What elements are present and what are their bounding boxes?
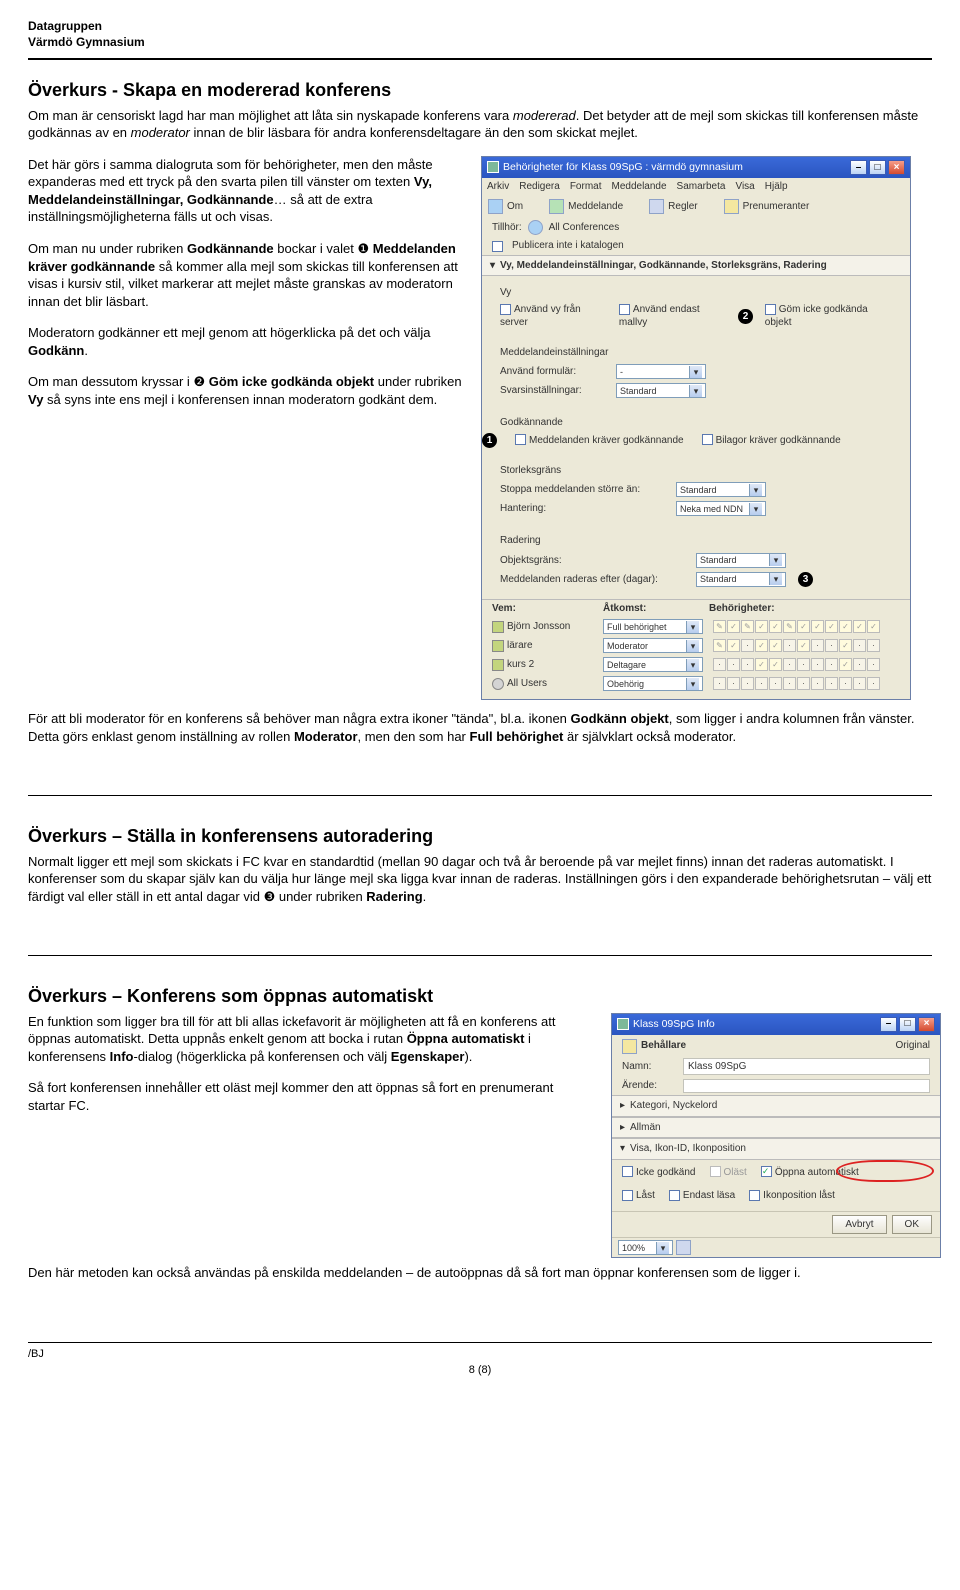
msg-approve-checkbox[interactable] [515, 434, 526, 445]
header-org-line1: Datagruppen [28, 18, 932, 34]
readonly-checkbox[interactable] [669, 1190, 680, 1201]
unread-checkbox [710, 1166, 721, 1177]
dialog2-title: Klass 09SpG Info [633, 1017, 715, 1031]
handling-dropdown[interactable]: Neka med NDN▾ [676, 501, 766, 516]
section3-title: Överkurs – Konferens som öppnas automati… [28, 984, 932, 1008]
user-icon [492, 678, 504, 690]
dialog1-menubar[interactable]: ArkivRedigeraFormatMeddelandeSamarbetaVi… [482, 178, 910, 196]
not-approved-checkbox[interactable] [622, 1166, 633, 1177]
section1-p3: Om man nu under rubriken Godkännande boc… [28, 240, 463, 310]
perm-row: lärare Moderator▾ ✎✓·✓✓·✓··✓·· [482, 636, 910, 655]
page-number: 8 (8) [28, 1363, 932, 1378]
iconpos-locked-checkbox[interactable] [749, 1190, 760, 1201]
maximize-button[interactable]: □ [899, 1017, 916, 1032]
vy-mallvy-checkbox[interactable] [619, 304, 630, 315]
name-field[interactable]: Klass 09SpG [683, 1058, 930, 1076]
perm-row: kurs 2 Deltagare▾ ···✓✓····✓·· [482, 655, 910, 674]
rad-title: Radering [500, 534, 892, 548]
rules-icon [649, 199, 664, 214]
days-dropdown[interactable]: Standard▾ [696, 572, 786, 587]
subject-field[interactable] [683, 1079, 930, 1093]
footer-signature: /BJ [28, 1347, 932, 1362]
folder-icon [622, 1039, 637, 1054]
section1-p6: För att bli moderator för en konferens s… [28, 710, 932, 745]
minimize-button[interactable]: – [850, 160, 867, 175]
form-dropdown[interactable]: -▾ [616, 364, 706, 379]
section2-title: Överkurs – Ställa in konferensens autora… [28, 824, 932, 848]
badge-3: 3 [798, 572, 813, 587]
close-button[interactable]: × [918, 1017, 935, 1032]
role-dropdown[interactable]: Deltagare▾ [603, 657, 703, 672]
dialog1-titlebar: Behörigheter för Klass 09SpG : värmdö gy… [482, 157, 910, 178]
section-divider-2 [28, 955, 932, 956]
info-icon [488, 199, 503, 214]
header-rule [28, 58, 932, 60]
footer-rule [28, 1342, 932, 1343]
tillhor-row: Tillhör: All Conferences [482, 218, 910, 237]
reply-dropdown[interactable]: Standard▾ [616, 383, 706, 398]
red-ellipse-annotation [836, 1160, 934, 1182]
publish-checkbox[interactable] [492, 241, 503, 252]
close-button[interactable]: × [888, 160, 905, 175]
dialog1-title: Behörigheter för Klass 09SpG : värmdö gy… [503, 160, 743, 174]
section1-p4: Moderatorn godkänner ett mejl genom att … [28, 324, 463, 359]
auto-open-checkbox[interactable] [761, 1166, 772, 1177]
expander[interactable]: ▾Vy, Meddelandeinställningar, Godkännand… [482, 255, 910, 277]
section1-title: Överkurs - Skapa en modererad konferens [28, 78, 932, 102]
globe-icon [528, 220, 543, 235]
maximize-button[interactable]: □ [869, 160, 886, 175]
hide-unapproved-checkbox[interactable] [765, 304, 776, 315]
dialog1-tabs[interactable]: Om Meddelande Regler Prenumeranter [482, 195, 910, 218]
info-dialog: Klass 09SpG Info – □ × Behållare Origina… [611, 1013, 941, 1259]
ok-button[interactable]: OK [892, 1215, 932, 1235]
section3-p3: Den här metoden kan också användas på en… [28, 1264, 932, 1282]
vy-server-checkbox[interactable] [500, 304, 511, 315]
exp-visa[interactable]: ▾Visa, Ikon-ID, Ikonposition [612, 1138, 940, 1160]
message-icon [549, 199, 564, 214]
zoom-icon[interactable] [676, 1240, 691, 1255]
section1-p2: Det här görs i samma dialogruta som för … [28, 156, 463, 226]
sg-title: Storleksgräns [500, 464, 892, 478]
permissions-dialog: Behörigheter för Klass 09SpG : värmdö gy… [481, 156, 911, 701]
subscribers-icon [724, 199, 739, 214]
exp-kategori[interactable]: ▸Kategori, Nyckelord [612, 1095, 940, 1117]
zoom-dropdown[interactable]: 100%▾ [618, 1240, 673, 1255]
minimize-button[interactable]: – [880, 1017, 897, 1032]
section3-p2: Så fort konferensen innehåller ett oläst… [28, 1079, 593, 1114]
gk-title: Godkännande [500, 416, 892, 430]
locked-checkbox[interactable] [622, 1190, 633, 1201]
size-limit-dropdown[interactable]: Standard▾ [676, 482, 766, 497]
dialog2-titlebar: Klass 09SpG Info – □ × [612, 1014, 940, 1035]
section2-p1: Normalt ligger ett mejl som skickats i F… [28, 853, 932, 906]
user-icon [492, 640, 504, 652]
section-divider-1 [28, 795, 932, 796]
mi-title: Meddelandeinställningar [500, 346, 892, 360]
perm-row: Björn Jonsson Full behörighet▾ ✎✓✎✓✓✎✓✓✓… [482, 617, 910, 636]
section1-intro: Om man är censoriskt lagd har man möjlig… [28, 107, 932, 142]
app-icon [487, 161, 499, 173]
user-icon [492, 621, 504, 633]
role-dropdown[interactable]: Full behörighet▾ [603, 619, 703, 634]
role-dropdown[interactable]: Obehörig▾ [603, 676, 703, 691]
section3-p1: En funktion som ligger bra till för att … [28, 1013, 593, 1066]
section1-p5: Om man dessutom kryssar i ❷ Göm icke god… [28, 373, 463, 408]
perm-row: All Users Obehörig▾ ············ [482, 674, 910, 693]
badge-1: 1 [482, 433, 497, 448]
exp-allman[interactable]: ▸Allmän [612, 1117, 940, 1139]
user-icon [492, 659, 504, 671]
objlimit-dropdown[interactable]: Standard▾ [696, 553, 786, 568]
role-dropdown[interactable]: Moderator▾ [603, 638, 703, 653]
cancel-button[interactable]: Avbryt [832, 1215, 886, 1235]
attach-approve-checkbox[interactable] [702, 434, 713, 445]
app-icon [617, 1018, 629, 1030]
header-org-line2: Värmdö Gymnasium [28, 34, 932, 50]
badge-2: 2 [738, 309, 752, 324]
vy-title: Vy [500, 286, 892, 300]
